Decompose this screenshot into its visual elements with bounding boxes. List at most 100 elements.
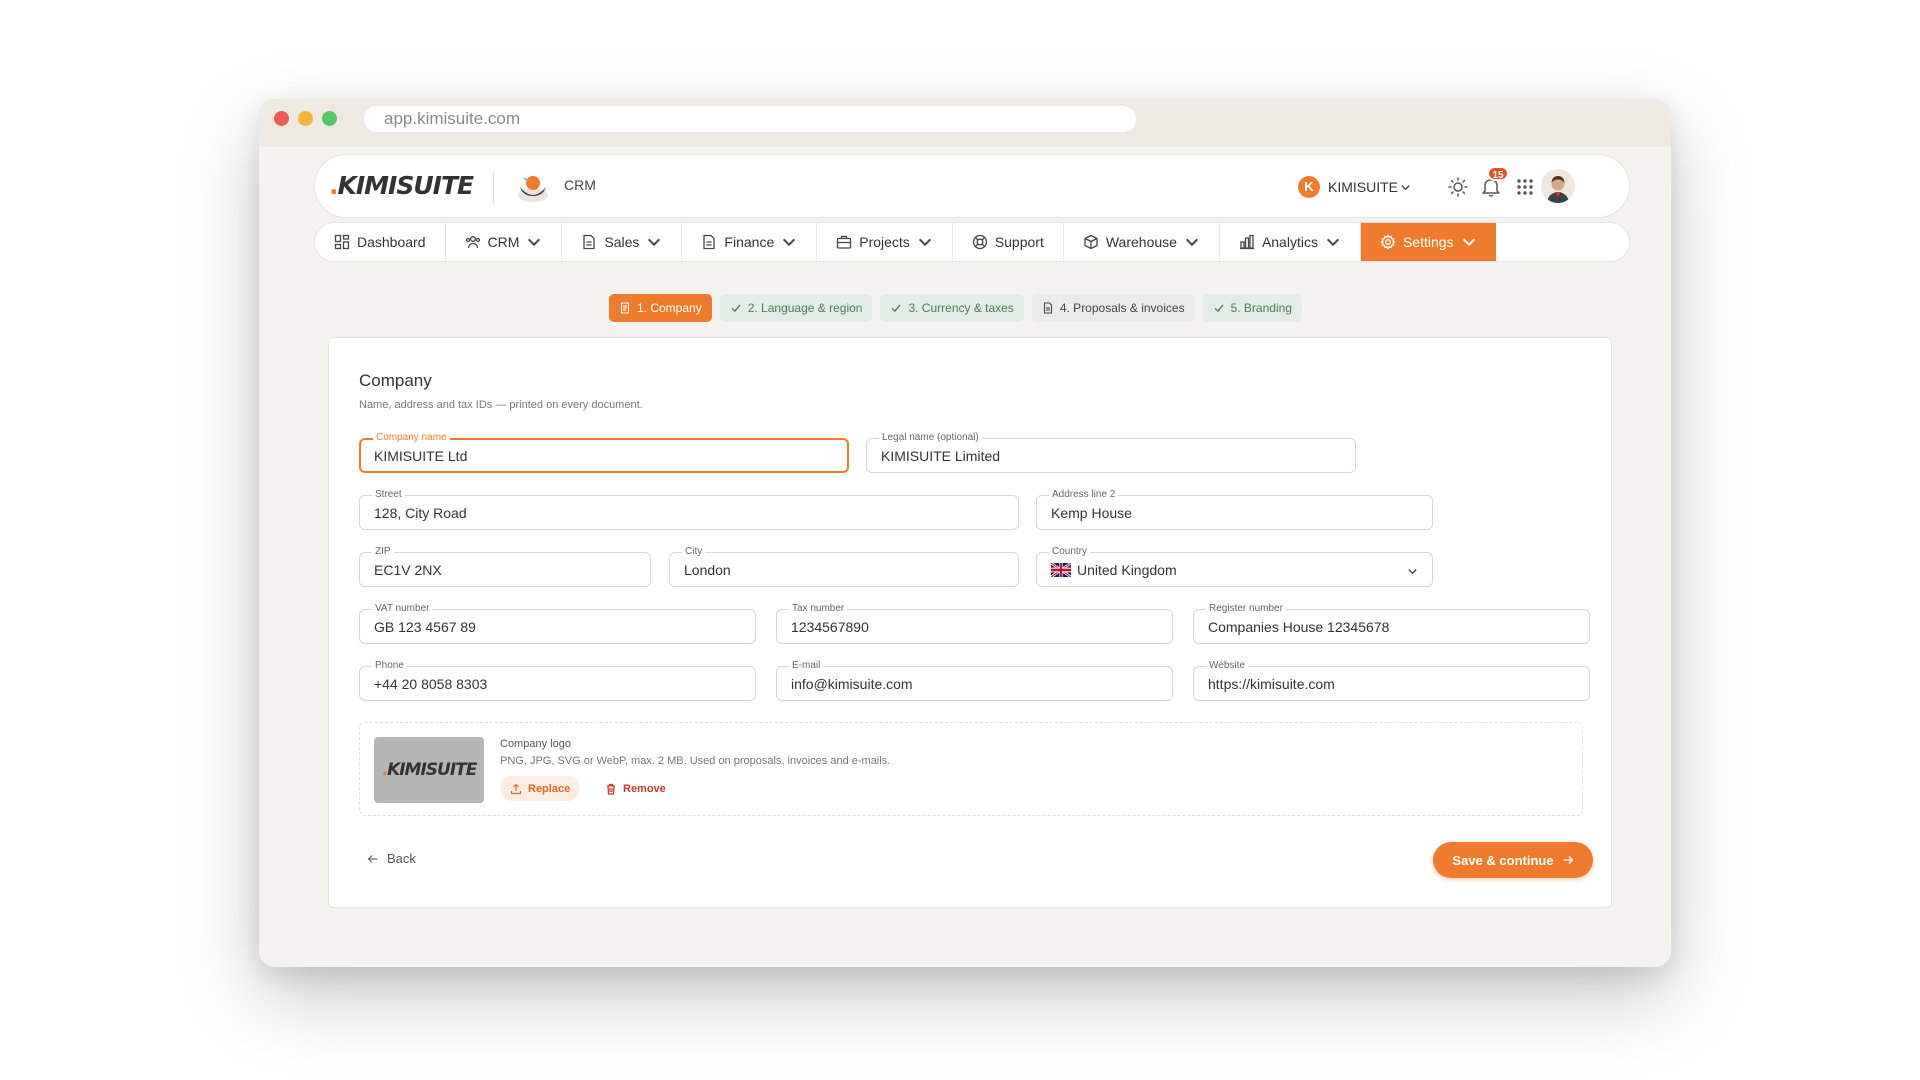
app-header: .KIMISUITE CRM K KIMISUITE 15 [314,154,1630,218]
dashboard-icon [334,234,350,250]
field-label: Register number [1206,603,1286,615]
browser-titlebar: app.kimisuite.com [259,99,1671,147]
replace-logo-button[interactable]: Replace [500,776,581,801]
arrow-left-icon [367,854,378,863]
nav-item-settings[interactable]: Settings [1360,223,1496,261]
step-label: 1. Company [637,301,702,315]
nav-item-analytics[interactable]: Analytics [1220,223,1361,261]
field-value-wrap: United Kingdom [1051,562,1177,578]
lifebuoy-icon [972,234,987,250]
chevron-down-icon [528,238,541,247]
field-label: Street [372,489,405,501]
register-number-field[interactable]: Register number Companies House 12345678 [1193,603,1590,644]
field-value: GB 123 4567 89 [374,619,476,635]
arrow-right-icon [1563,856,1573,864]
step-label: 3. Currency & taxes [908,301,1014,315]
nav-item-label: Support [994,234,1044,250]
field-value: London [684,562,731,578]
field-label: Website [1206,660,1248,672]
chevron-down-icon [918,238,931,247]
nav-item-label: Dashboard [357,234,426,250]
legal-name-field[interactable]: Legal name (optional) KIMISUITE Limited [866,432,1356,473]
chevron-down-icon [1462,238,1475,247]
section-subtitle: Name, address and tax IDs — printed on e… [359,399,643,411]
country-select[interactable]: Country United Kingdom [1036,546,1433,587]
document-icon [620,302,630,314]
step-currency-taxes[interactable]: 3. Currency & taxes [880,294,1024,322]
field-label: Country [1049,546,1091,558]
field-value: KIMISUITE Ltd [374,448,468,464]
field-label: ZIP [372,546,394,558]
field-value: https://kimisuite.com [1208,676,1335,692]
main-nav: Dashboard CRM Sales Finance Projects Sup… [314,222,1630,262]
account-switcher[interactable]: K KIMISUITE [1298,174,1411,200]
theme-toggle-sun-icon[interactable] [1447,176,1469,198]
nav-item-label: Settings [1402,234,1454,250]
zip-field[interactable]: ZIP EC1V 2NX [359,546,651,587]
nav-item-finance[interactable]: Finance [682,223,818,261]
nav-item-support[interactable]: Support [953,223,1064,261]
back-label: Back [387,851,416,866]
chevron-down-icon [1408,569,1417,575]
uk-flag-icon [1051,563,1071,577]
remove-logo-button[interactable]: Remove [605,776,666,801]
apps-grid-icon[interactable] [1514,176,1536,198]
tax-number-field[interactable]: Tax number 1234567890 [776,603,1173,644]
nav-item-label: Sales [604,234,640,250]
nav-item-warehouse[interactable]: Warehouse [1064,223,1220,261]
field-label: Legal name (optional) [879,432,982,444]
check-icon [1214,304,1224,312]
step-company[interactable]: 1. Company [609,294,712,322]
nav-item-sales[interactable]: Sales [562,223,683,261]
app-logo[interactable]: .KIMISUITE [329,171,474,200]
nav-item-label: Projects [859,234,910,250]
address-bar[interactable]: app.kimisuite.com [364,106,1136,132]
check-icon [892,304,902,312]
company-logo-section: .KIMISUITE Company logo PNG, JPG, SVG or… [359,722,1583,816]
address-line-2-field[interactable]: Address line 2 Kemp House [1036,489,1433,530]
minimize-window-button[interactable] [298,111,313,126]
app-logo-dot: . [329,171,338,200]
step-language-region[interactable]: 2. Language & region [719,294,873,322]
chevron-down-icon [648,238,661,247]
nav-item-projects[interactable]: Projects [817,223,953,261]
field-label: Phone [372,660,407,672]
chevron-down-icon [1401,184,1410,190]
nav-item-label: Analytics [1261,234,1318,250]
city-field[interactable]: City London [669,546,1019,587]
step-label: 4. Proposals & invoices [1059,301,1185,315]
chevron-down-icon [783,238,796,247]
step-proposals-invoices[interactable]: 4. Proposals & invoices [1031,294,1195,322]
field-value: KIMISUITE Limited [881,448,1001,464]
save-continue-button[interactable]: Save & continue [1433,842,1593,878]
field-value: +44 20 8058 8303 [374,676,488,692]
crm-module-icon[interactable] [515,169,551,205]
logo-description: PNG, JPG, SVG or WebP, max. 2 MB. Used o… [500,755,891,767]
back-button[interactable]: Back [367,851,416,866]
nav-item-crm[interactable]: CRM [446,223,563,261]
email-field[interactable]: E-mail info@kimisuite.com [776,660,1173,701]
street-field[interactable]: Street 128, City Road [359,489,1019,530]
maximize-window-button[interactable] [322,111,337,126]
field-label: City [682,546,706,558]
nav-item-label: CRM [487,234,520,250]
company-name-field[interactable]: Company name KIMISUITE Ltd [359,432,849,473]
upload-icon [510,783,522,794]
step-branding[interactable]: 5. Branding [1202,294,1302,322]
vat-number-field[interactable]: VAT number GB 123 4567 89 [359,603,756,644]
close-window-button[interactable] [274,111,289,126]
website-field[interactable]: Website https://kimisuite.com [1193,660,1590,701]
company-form-card: Company Name, address and tax IDs — prin… [328,337,1612,908]
section-title: Company [359,371,432,390]
account-name: KIMISUITE [1328,179,1399,195]
field-value: EC1V 2NX [374,562,442,578]
user-avatar[interactable] [1541,169,1575,203]
nav-item-label: Warehouse [1105,234,1177,250]
replace-label: Replace [528,782,571,795]
field-value: 128, City Road [374,505,467,521]
step-label: 5. Branding [1230,301,1292,315]
phone-field[interactable]: Phone +44 20 8058 8303 [359,660,756,701]
field-value: info@kimisuite.com [791,676,913,692]
wizard-steps: 1. Company 2. Language & region 3. Curre… [609,294,1302,322]
nav-item-dashboard[interactable]: Dashboard [315,223,446,261]
